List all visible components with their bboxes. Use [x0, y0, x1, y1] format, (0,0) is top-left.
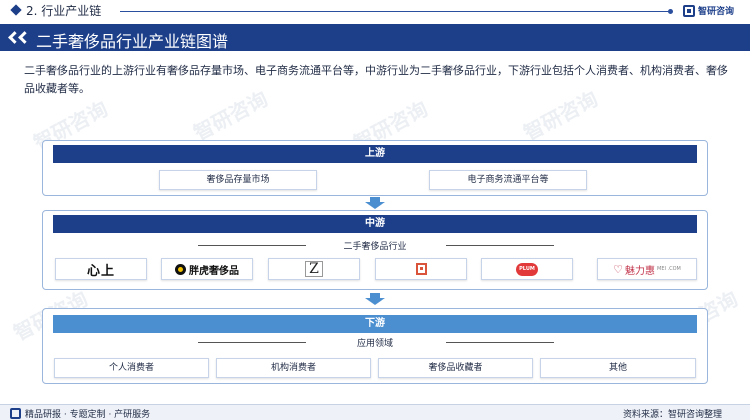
- xinshang-logo-text: 心上: [86, 263, 115, 279]
- footer: 精品研报 · 专题定制 · 产研服务 资料来源：智研咨询整理: [0, 405, 750, 420]
- subtitle-line: [446, 245, 554, 246]
- downstream-item-institutional: 机构消费者: [216, 358, 371, 378]
- downstream-item-other: 其他: [540, 358, 696, 378]
- tiger-icon: [175, 263, 186, 275]
- brand-logo-icon: [10, 408, 21, 419]
- arrow-down-icon: [365, 293, 385, 305]
- subtitle-line: [446, 342, 554, 343]
- footer-left: 精品研报 · 专题定制 · 产研服务: [10, 407, 150, 420]
- midstream-subtitle: 二手奢侈品行业: [343, 242, 407, 252]
- logo-z: Z: [268, 258, 360, 280]
- upstream-title: 上游: [53, 145, 697, 163]
- meilihui-logo-sub: MEI .COM: [657, 266, 681, 272]
- subtitle-line: [198, 342, 306, 343]
- upstream-item-stock-market: 奢侈品存量市场: [159, 170, 317, 190]
- plum-logo-text: PLUM: [516, 262, 538, 276]
- brand: 智研咨询: [683, 4, 734, 17]
- brand-logo-icon: [683, 4, 695, 17]
- header-divider: [120, 9, 673, 14]
- intro-paragraph: 二手奢侈品行业的上游行业有奢侈品存量市场、电子商务流通平台等，中游行业为二手奢侈…: [24, 64, 728, 95]
- page-title: 二手奢侈品行业产业链图谱: [36, 32, 229, 51]
- subtitle-line: [198, 245, 306, 246]
- arrow-down-icon: [365, 197, 385, 209]
- square-logo-icon: [415, 263, 427, 275]
- downstream-title: 下游: [53, 315, 697, 333]
- section-title: 2. 行业产业链: [26, 4, 102, 18]
- title-banner: 二手奢侈品行业产业链图谱: [0, 24, 750, 51]
- logo-xinshang: 心上: [55, 258, 147, 280]
- brand-name: 智研咨询: [698, 7, 735, 17]
- double-chevron-icon: [8, 30, 31, 44]
- footer-services: 精品研报 · 专题定制 · 产研服务: [25, 410, 151, 420]
- logo-meilihui: ♡ 魅力惠 MEI .COM: [597, 258, 697, 280]
- logo-feihu: 胖虎奢侈品: [161, 258, 253, 280]
- upstream-item-ecommerce: 电子商务流通平台等: [429, 170, 587, 190]
- section-header: 2. 行业产业链 智研咨询: [0, 0, 750, 22]
- meilihui-logo-text: 魅力惠: [625, 265, 655, 277]
- diamond-icon: [10, 4, 22, 16]
- downstream-subtitle: 应用领域: [356, 339, 393, 349]
- midstream-title: 中游: [53, 215, 697, 233]
- feihu-logo-text: 胖虎奢侈品: [189, 265, 239, 277]
- logo-square: [375, 258, 467, 280]
- logo-plum: PLUM: [481, 258, 573, 280]
- downstream-item-individual: 个人消费者: [54, 358, 209, 378]
- upstream-panel: 上游 奢侈品存量市场 电子商务流通平台等: [42, 140, 708, 196]
- downstream-item-collector: 奢侈品收藏者: [378, 358, 533, 378]
- heart-icon: ♡: [613, 262, 623, 276]
- z-logo-text: Z: [305, 261, 323, 277]
- source-note: 资料来源：智研咨询整理: [622, 410, 722, 420]
